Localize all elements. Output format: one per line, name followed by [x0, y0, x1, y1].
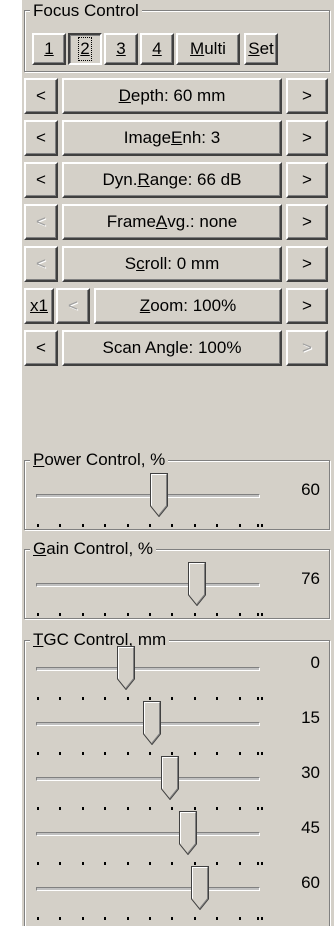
tgc-slider-0-value: 0	[310, 653, 320, 672]
tgc-slider-0-track[interactable]	[36, 667, 260, 671]
dyn-range-increase-button[interactable]: >	[286, 162, 328, 198]
tgc-slider-0-thumb[interactable]	[116, 646, 135, 690]
tgc-slider-3-thumb[interactable]	[179, 811, 198, 855]
scan-angle-increase-button[interactable]: >	[286, 330, 328, 366]
frame-avg-label[interactable]: Frame Avg.: none	[62, 204, 282, 240]
scroll-increase-button[interactable]: >	[286, 246, 328, 282]
ultrasound-control-panel: Focus Control Power Control, % Gain Cont…	[22, 0, 334, 926]
power-slider-ticks	[37, 524, 263, 527]
scroll-decrease-button[interactable]: <	[24, 246, 58, 282]
image-enh-decrease-button[interactable]: <	[24, 120, 58, 156]
depth-decrease-button[interactable]: <	[24, 78, 58, 114]
tgc-slider-4-value: 60	[301, 873, 320, 892]
focus-button-3[interactable]: 3	[104, 33, 138, 65]
image-enh-increase-button[interactable]: >	[286, 120, 328, 156]
tgc-slider-4-track[interactable]	[36, 887, 260, 891]
dyn-range-label[interactable]: Dyn. Range: 66 dB	[62, 162, 282, 198]
focus-control-title: Focus Control	[30, 1, 142, 21]
tgc-slider-2-thumb[interactable]	[161, 756, 180, 800]
focus-button-multi[interactable]: Multi	[176, 33, 240, 65]
zoom-label[interactable]: Zoom: 100%	[94, 288, 282, 324]
dyn-range-decrease-button[interactable]: <	[24, 162, 58, 198]
zoom-decrease-button[interactable]: <	[56, 288, 90, 324]
power-slider-track[interactable]	[36, 494, 260, 498]
scan-angle-label[interactable]: Scan Angle: 100%	[62, 330, 282, 366]
focus-button-1[interactable]: 1	[32, 33, 66, 65]
zoom-increase-button[interactable]: >	[286, 288, 328, 324]
tgc-slider-1-thumb[interactable]	[143, 701, 162, 745]
power-slider-thumb[interactable]	[150, 473, 169, 517]
focus-button-2[interactable]: 2	[68, 33, 102, 65]
scroll-label[interactable]: Sc roll: 0 mm	[62, 246, 282, 282]
frame-avg-decrease-button[interactable]: <	[24, 204, 58, 240]
focus-button-set[interactable]: Set	[244, 33, 278, 65]
gain-slider-ticks	[37, 613, 263, 616]
tgc-slider-4-thumb[interactable]	[190, 866, 209, 910]
tgc-slider-3-ticks	[37, 862, 263, 865]
gain-control-title: Gain Control, %	[30, 539, 157, 559]
power-control-title: Power Control, %	[30, 450, 169, 470]
tgc-slider-2-value: 30	[301, 763, 320, 782]
gain-slider-thumb[interactable]	[188, 562, 207, 606]
gain-slider-value: 76	[301, 569, 320, 588]
depth-increase-button[interactable]: >	[286, 78, 328, 114]
zoom-x1-button[interactable]: x1	[24, 288, 54, 324]
tgc-slider-2-ticks	[37, 807, 263, 810]
tgc-slider-3-track[interactable]	[36, 832, 260, 836]
tgc-control-title: TGC Control, mm	[30, 630, 170, 650]
focus-button-4[interactable]: 4	[140, 33, 174, 65]
tgc-slider-1-value: 15	[301, 708, 320, 727]
tgc-slider-3-value: 45	[301, 818, 320, 837]
gain-slider-track[interactable]	[36, 583, 260, 587]
tgc-slider-1-ticks	[37, 752, 263, 755]
tgc-slider-4-ticks	[37, 917, 263, 920]
image-enh-label[interactable]: Image Enh: 3	[62, 120, 282, 156]
power-slider-value: 60	[301, 480, 320, 499]
depth-label[interactable]: Depth: 60 mm	[62, 78, 282, 114]
frame-avg-increase-button[interactable]: >	[286, 204, 328, 240]
tgc-slider-2-track[interactable]	[36, 777, 260, 781]
scan-angle-decrease-button[interactable]: <	[24, 330, 58, 366]
